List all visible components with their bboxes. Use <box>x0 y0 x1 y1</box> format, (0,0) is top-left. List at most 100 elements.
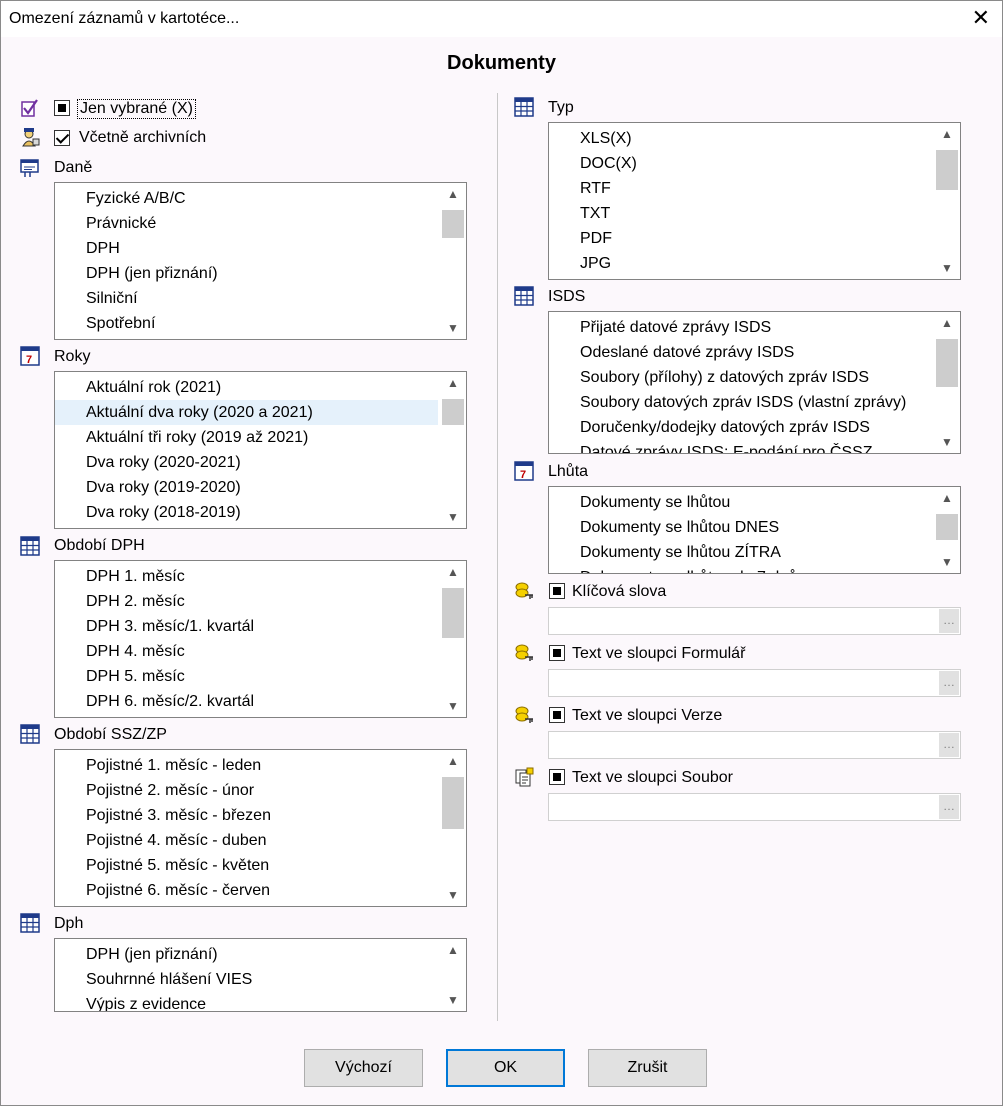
scroll-down-icon[interactable]: ▼ <box>934 551 960 573</box>
list-item[interactable]: Dokumenty se lhůtou DNES <box>549 515 932 540</box>
scroll-up-icon[interactable]: ▲ <box>934 487 960 509</box>
list-item-highlighted[interactable]: Aktuální dva roky (2020 a 2021) <box>55 400 438 425</box>
scrollbar[interactable]: ▲ ▼ <box>440 750 466 906</box>
list-item[interactable]: Dva roky (2018-2019) <box>55 500 438 525</box>
scroll-down-icon[interactable]: ▼ <box>440 884 466 906</box>
scrollbar[interactable]: ▲ ▼ <box>440 372 466 528</box>
list-item[interactable]: DPH 5. měsíc <box>55 664 438 689</box>
scroll-up-icon[interactable]: ▲ <box>440 372 466 394</box>
vcetne-archivnich-checkbox[interactable] <box>54 130 70 146</box>
scroll-down-icon[interactable]: ▼ <box>934 431 960 453</box>
scroll-thumb[interactable] <box>442 210 464 238</box>
list-item[interactable]: JPG <box>549 251 932 276</box>
list-item[interactable]: Dokumenty se lhůtou ZÍTRA <box>549 540 932 565</box>
jen-vybrane-label[interactable]: Jen vybrané (X) <box>77 99 196 119</box>
list-item[interactable]: DPH (jen přiznání) <box>55 942 438 967</box>
list-item[interactable]: Odeslané datové zprávy ISDS <box>549 340 932 365</box>
list-item[interactable]: DPH (jen přiznání) <box>55 261 438 286</box>
text-verze-checkbox[interactable] <box>549 707 565 723</box>
list-item[interactable]: DPH 2. měsíc <box>55 589 438 614</box>
default-button[interactable]: Výchozí <box>304 1049 423 1087</box>
list-item[interactable]: TXT <box>549 201 932 226</box>
scroll-up-icon[interactable]: ▲ <box>934 312 960 334</box>
roky-listbox[interactable]: Aktuální rok (2021) Aktuální dva roky (2… <box>54 371 467 529</box>
text-formular-checkbox[interactable] <box>549 645 565 661</box>
browse-button[interactable]: … <box>939 609 959 633</box>
scroll-down-icon[interactable]: ▼ <box>440 506 466 528</box>
scrollbar[interactable]: ▲ ▼ <box>440 183 466 339</box>
typ-listbox[interactable]: XLS(X) DOC(X) RTF TXT PDF JPG ▲ ▼ <box>548 122 961 280</box>
list-item[interactable]: Právnické <box>55 211 438 236</box>
lhuta-listbox[interactable]: Dokumenty se lhůtou Dokumenty se lhůtou … <box>548 486 961 574</box>
scroll-down-icon[interactable]: ▼ <box>934 257 960 279</box>
list-item[interactable]: Aktuální tři roky (2019 až 2021) <box>55 425 438 450</box>
scroll-thumb[interactable] <box>442 777 464 829</box>
list-item[interactable]: Fyzické A/B/C <box>55 186 438 211</box>
obdobi-ssz-listbox[interactable]: Pojistné 1. měsíc - leden Pojistné 2. mě… <box>54 749 467 907</box>
browse-button[interactable]: … <box>939 671 959 695</box>
list-item[interactable]: PDF <box>549 226 932 251</box>
scroll-thumb[interactable] <box>936 150 958 190</box>
list-item[interactable]: DPH <box>55 236 438 261</box>
list-item[interactable]: RTF <box>549 176 932 201</box>
scroll-up-icon[interactable]: ▲ <box>440 561 466 583</box>
list-item[interactable]: Datové zprávy ISDS: E-podání pro ČSSZ <box>549 440 932 453</box>
scrollbar[interactable]: ▲ ▼ <box>440 939 466 1011</box>
list-item[interactable]: Pojistné 6. měsíc - červen <box>55 878 438 903</box>
text-soubor-checkbox[interactable] <box>549 769 565 785</box>
klicova-slova-input[interactable]: … <box>548 607 961 635</box>
scrollbar[interactable]: ▲ ▼ <box>934 487 960 573</box>
list-item[interactable]: Aktuální rok (2021) <box>55 375 438 400</box>
list-item[interactable]: Spotřební <box>55 311 438 336</box>
dph-listbox[interactable]: DPH (jen přiznání) Souhrnné hlášení VIES… <box>54 938 467 1012</box>
isds-listbox[interactable]: Přijaté datové zprávy ISDS Odeslané dato… <box>548 311 961 454</box>
scroll-up-icon[interactable]: ▲ <box>440 750 466 772</box>
text-formular-input[interactable]: … <box>548 669 961 697</box>
list-item[interactable]: DPH 6. měsíc/2. kvartál <box>55 689 438 714</box>
ok-button[interactable]: OK <box>446 1049 565 1087</box>
scroll-thumb[interactable] <box>936 514 958 540</box>
close-icon[interactable]: ✕ <box>972 5 990 31</box>
list-item[interactable]: XLS(X) <box>549 126 932 151</box>
scroll-up-icon[interactable]: ▲ <box>440 939 466 961</box>
list-item[interactable]: Souhrnné hlášení VIES <box>55 967 438 992</box>
scroll-down-icon[interactable]: ▼ <box>440 695 466 717</box>
scroll-up-icon[interactable]: ▲ <box>934 123 960 145</box>
list-item[interactable]: Pojistné 4. měsíc - duben <box>55 828 438 853</box>
jen-vybrane-checkbox[interactable] <box>54 100 70 116</box>
scrollbar[interactable]: ▲ ▼ <box>934 123 960 279</box>
dane-listbox[interactable]: Fyzické A/B/C Právnické DPH DPH (jen při… <box>54 182 467 340</box>
list-item[interactable]: Dokumenty se lhůtou do 7 dnů <box>549 565 932 573</box>
list-item[interactable]: Pojistné 5. měsíc - květen <box>55 853 438 878</box>
list-item[interactable]: Výpis z evidence <box>55 992 438 1011</box>
cancel-button[interactable]: Zrušit <box>588 1049 707 1087</box>
list-item[interactable]: Pojistné 1. měsíc - leden <box>55 753 438 778</box>
list-item[interactable]: DOC(X) <box>549 151 932 176</box>
scroll-thumb[interactable] <box>442 588 464 638</box>
browse-button[interactable]: … <box>939 733 959 757</box>
list-item[interactable]: Silniční <box>55 286 438 311</box>
list-item[interactable]: Pojistné 3. měsíc - březen <box>55 803 438 828</box>
scrollbar[interactable]: ▲ ▼ <box>934 312 960 453</box>
klicova-slova-checkbox[interactable] <box>549 583 565 599</box>
scroll-up-icon[interactable]: ▲ <box>440 183 466 205</box>
list-item[interactable]: Dva roky (2019-2020) <box>55 475 438 500</box>
list-item[interactable]: Soubory (přílohy) z datových zpráv ISDS <box>549 365 932 390</box>
scrollbar[interactable]: ▲ ▼ <box>440 561 466 717</box>
list-item[interactable]: DPH 3. měsíc/1. kvartál <box>55 614 438 639</box>
browse-button[interactable]: … <box>939 795 959 819</box>
list-item[interactable]: DPH 1. měsíc <box>55 564 438 589</box>
scroll-thumb[interactable] <box>442 399 464 425</box>
list-item[interactable]: Dva roky (2020-2021) <box>55 450 438 475</box>
list-item[interactable]: Pojistné 2. měsíc - únor <box>55 778 438 803</box>
obdobi-dph-listbox[interactable]: DPH 1. měsíc DPH 2. měsíc DPH 3. měsíc/1… <box>54 560 467 718</box>
list-item[interactable]: DPH 4. měsíc <box>55 639 438 664</box>
list-item[interactable]: Soubory datových zpráv ISDS (vlastní zpr… <box>549 390 932 415</box>
scroll-thumb[interactable] <box>936 339 958 387</box>
list-item[interactable]: Doručenky/dodejky datových zpráv ISDS <box>549 415 932 440</box>
list-item[interactable]: Dokumenty se lhůtou <box>549 490 932 515</box>
list-item[interactable]: Přijaté datové zprávy ISDS <box>549 315 932 340</box>
text-soubor-input[interactable]: … <box>548 793 961 821</box>
text-verze-input[interactable]: … <box>548 731 961 759</box>
scroll-down-icon[interactable]: ▼ <box>440 989 466 1011</box>
